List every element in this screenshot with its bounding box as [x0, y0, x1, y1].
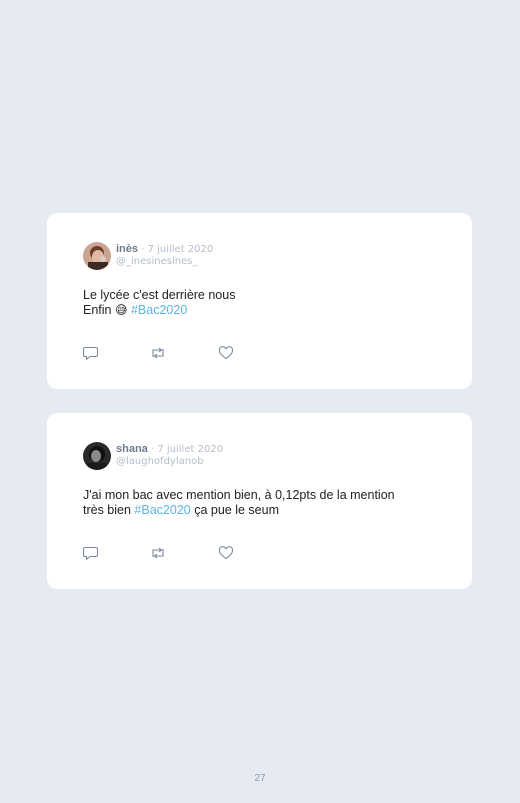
- text-segment: Enfin: [83, 303, 115, 317]
- tweet-card: shana · 7 juillet 2020 @laughofdylanob J…: [47, 413, 472, 589]
- author-line: shana · 7 juillet 2020: [116, 443, 223, 456]
- separator: ·: [147, 444, 158, 455]
- reply-icon[interactable]: [83, 346, 99, 360]
- author-name[interactable]: inès: [116, 243, 138, 255]
- avatar[interactable]: [83, 242, 111, 270]
- separator: ·: [138, 244, 148, 255]
- sweat-smile-emoji: 😅: [114, 303, 128, 317]
- heart-icon[interactable]: [218, 346, 234, 360]
- hashtag-link[interactable]: #Bac2020: [134, 503, 190, 517]
- hashtag-link[interactable]: #Bac2020: [131, 303, 187, 317]
- text-segment: très bien: [83, 503, 135, 517]
- tweet-text: Le lycée c'est derrière nous Enfin 😅 #Ba…: [83, 288, 438, 318]
- page-number: 27: [254, 773, 266, 784]
- text-segment: J'ai mon bac avec mention bien, à 0,12pt…: [83, 488, 395, 502]
- retweet-icon[interactable]: [150, 546, 166, 560]
- reply-icon[interactable]: [83, 546, 99, 560]
- tweet-card: inès · 7 juillet 2020 @_inesinesines_ Le…: [47, 213, 472, 389]
- retweet-icon[interactable]: [150, 346, 166, 360]
- text-segment: Le lycée c'est derrière nous: [83, 288, 236, 302]
- tweet-date[interactable]: 7 juillet 2020: [148, 244, 214, 255]
- tweet-line: Enfin 😅 #Bac2020: [83, 303, 438, 318]
- tweet-line: très bien #Bac2020 ça pue le seum: [83, 503, 438, 518]
- tweet-actions: [83, 546, 283, 560]
- tweet-line: J'ai mon bac avec mention bien, à 0,12pt…: [83, 488, 438, 503]
- author-name[interactable]: shana: [116, 443, 148, 455]
- tweet-text: J'ai mon bac avec mention bien, à 0,12pt…: [83, 488, 438, 518]
- tweet-date[interactable]: 7 juillet 2020: [157, 444, 223, 455]
- text-segment: ça pue le seum: [190, 503, 279, 517]
- author-handle[interactable]: @_inesinesines_: [116, 256, 197, 267]
- tweet-line: Le lycée c'est derrière nous: [83, 288, 438, 303]
- heart-icon[interactable]: [218, 546, 234, 560]
- author-line: inès · 7 juillet 2020: [116, 243, 213, 256]
- tweet-actions: [83, 346, 283, 360]
- author-handle[interactable]: @laughofdylanob: [116, 456, 204, 467]
- avatar[interactable]: [83, 442, 111, 470]
